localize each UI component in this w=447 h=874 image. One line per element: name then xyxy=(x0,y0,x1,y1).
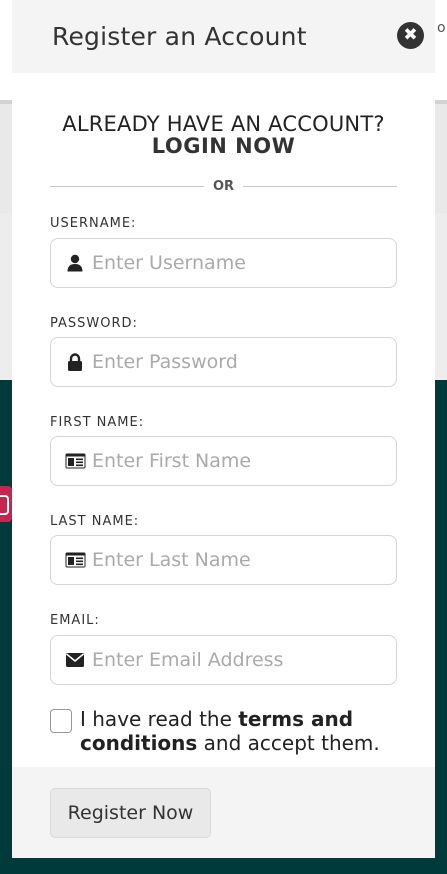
id-card-icon xyxy=(64,452,86,470)
first-name-field[interactable] xyxy=(50,436,397,486)
email-field[interactable] xyxy=(50,635,397,685)
username-label: USERNAME: xyxy=(50,216,137,231)
password-input[interactable] xyxy=(92,351,372,373)
instagram-icon[interactable] xyxy=(0,486,12,522)
register-modal: Register an Account ✖ ALREADY HAVE AN AC… xyxy=(12,0,435,858)
password-label: PASSWORD: xyxy=(50,316,138,331)
divider-line-right xyxy=(243,185,397,187)
first-name-input[interactable] xyxy=(92,450,372,472)
login-prompt: ALREADY HAVE AN ACCOUNT? xyxy=(62,112,385,136)
terms-checkbox[interactable] xyxy=(50,709,72,733)
modal-footer: Register Now xyxy=(12,767,435,858)
last-name-field[interactable] xyxy=(50,535,397,585)
last-name-input[interactable] xyxy=(92,549,372,571)
or-divider: OR xyxy=(50,176,397,196)
id-card-icon xyxy=(64,551,86,569)
register-button[interactable]: Register Now xyxy=(50,788,211,838)
divider-line-left xyxy=(50,185,204,187)
background-peek-text: o xyxy=(437,20,446,36)
email-label: EMAIL: xyxy=(50,613,100,628)
username-field[interactable] xyxy=(50,238,397,288)
lock-icon xyxy=(64,353,86,371)
or-text: OR xyxy=(212,178,235,194)
close-icon[interactable]: ✖ xyxy=(397,22,424,49)
terms-row: I have read the terms and conditions and… xyxy=(50,707,410,755)
terms-prefix: I have read the xyxy=(80,707,239,731)
password-field[interactable] xyxy=(50,337,397,387)
terms-suffix: and accept them. xyxy=(197,731,380,755)
login-now-link[interactable]: LOGIN NOW xyxy=(12,134,435,158)
modal-title: Register an Account xyxy=(52,22,307,51)
first-name-label: FIRST NAME: xyxy=(50,415,145,430)
terms-text: I have read the terms and conditions and… xyxy=(80,707,410,755)
modal-header: Register an Account xyxy=(12,0,435,73)
last-name-label: LAST NAME: xyxy=(50,514,140,529)
username-input[interactable] xyxy=(92,252,372,274)
email-input[interactable] xyxy=(92,649,372,671)
envelope-icon xyxy=(64,651,86,669)
user-icon xyxy=(64,254,86,272)
